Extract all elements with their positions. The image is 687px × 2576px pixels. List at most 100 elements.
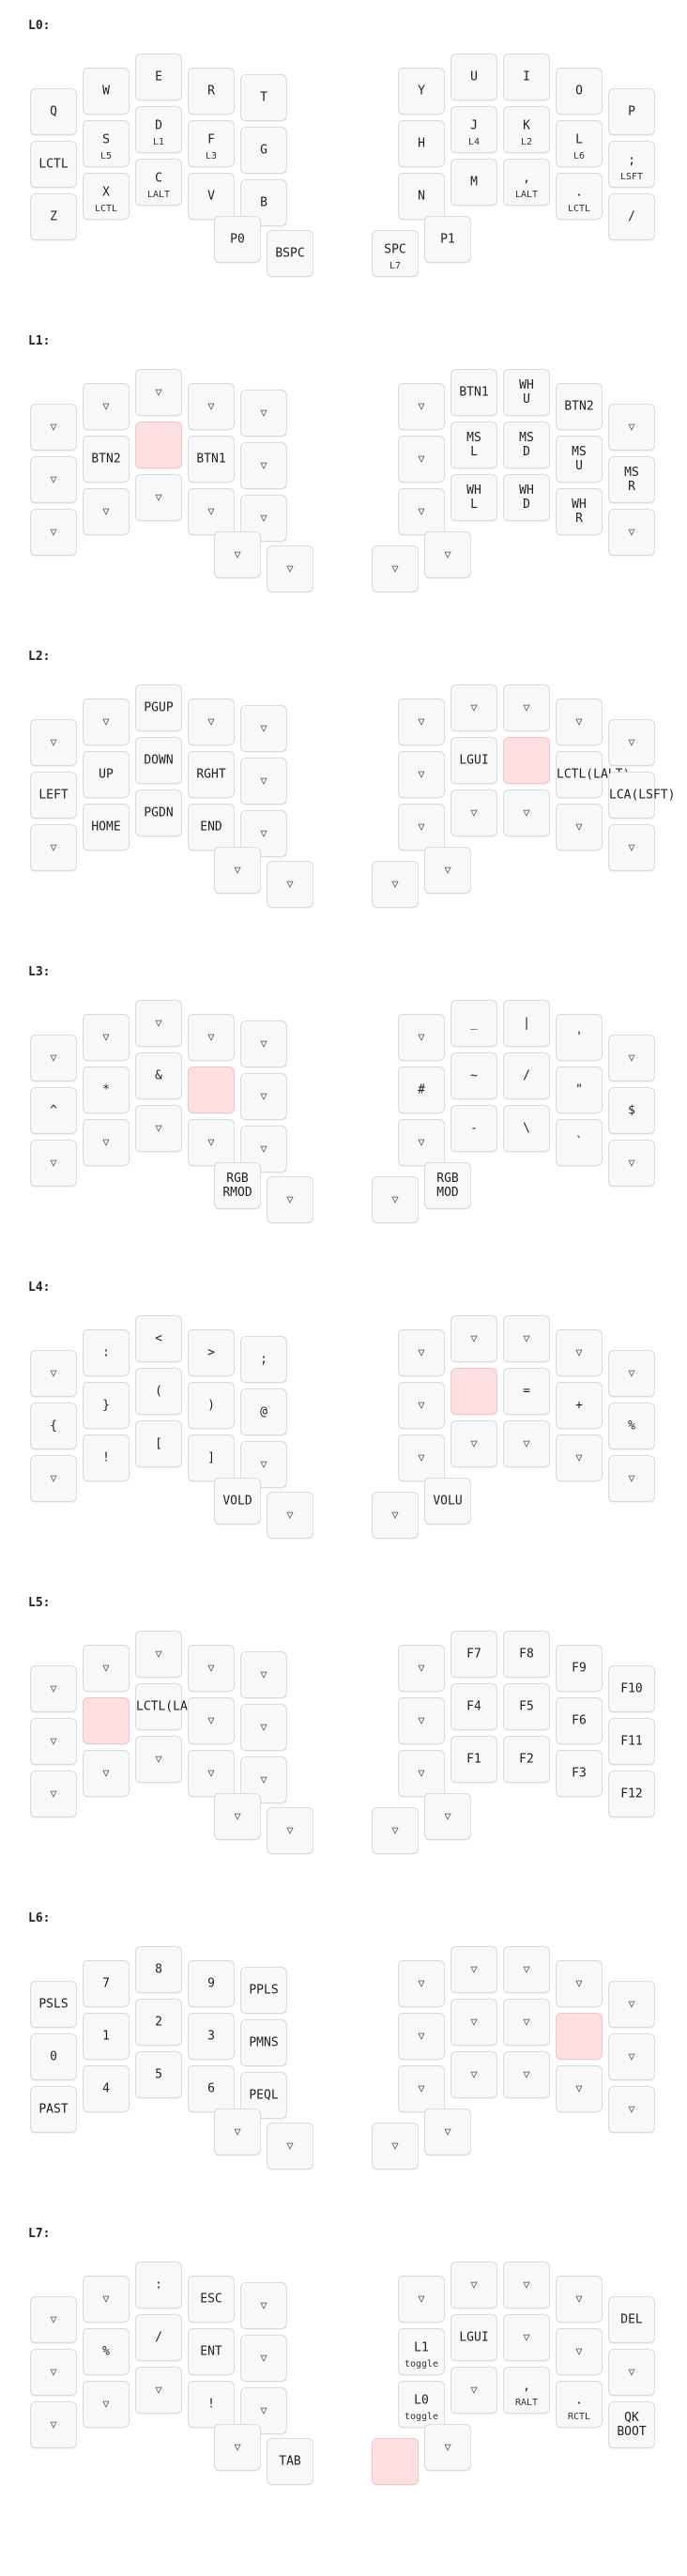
key-hold-label: L6 [572, 151, 586, 161]
transparent-icon: ▽ [260, 721, 267, 735]
transparent-icon: ▽ [523, 1436, 530, 1450]
transparent-icon: ▽ [444, 863, 451, 877]
key-held-layer [450, 1368, 497, 1415]
transparent-icon: ▽ [575, 2292, 583, 2306]
key-hold-label: LSFT [619, 172, 644, 182]
key: : [135, 2262, 182, 2308]
transparent-icon: ▽ [470, 2277, 478, 2292]
transparent-icon: ▽ [418, 1713, 425, 1727]
key-tap-label: Y [418, 84, 425, 99]
key: ' [556, 1014, 603, 1061]
key: QK BOOT [608, 2401, 655, 2448]
key-hold-label: RALT [514, 2398, 539, 2408]
transparent-icon: ▽ [418, 714, 425, 728]
key: % [83, 2328, 130, 2375]
transparent-icon: ▽ [207, 504, 215, 518]
key-tap-label: ( [155, 1384, 162, 1399]
key-tap-label: BSPC [275, 246, 305, 261]
key: ▽ [30, 404, 77, 451]
key-tap-label: Z [50, 209, 57, 224]
key-tap-label: 5 [155, 2067, 162, 2082]
key: ▽ [30, 456, 77, 503]
key: ▽ [450, 2262, 497, 2308]
transparent-icon: ▽ [470, 700, 478, 714]
key: ▽ [30, 2401, 77, 2448]
transparent-icon: ▽ [102, 2397, 110, 2411]
key: ▽ [240, 442, 287, 489]
transparent-icon: ▽ [260, 774, 267, 788]
key: WH R [556, 488, 603, 535]
key: ▽ [30, 1350, 77, 1397]
key-held-layer [503, 737, 550, 784]
key: ▽ [372, 2123, 419, 2170]
key-tap-label: R [207, 84, 215, 99]
transparent-icon: ▽ [391, 1508, 399, 1522]
key: ▽ [188, 1750, 235, 1797]
key: ▽ [398, 751, 445, 798]
transparent-icon: ▽ [418, 1450, 425, 1464]
transparent-icon: ▽ [102, 1030, 110, 1044]
key-tap-label: ) [207, 1398, 215, 1413]
key: BTN1 [450, 369, 497, 416]
key-tap-label: { [50, 1418, 57, 1434]
key: SPC L7 [372, 230, 419, 277]
key: LGUI [450, 2314, 497, 2361]
transparent-icon: ▽ [470, 1331, 478, 1345]
key: ▽ [30, 509, 77, 556]
key: PAST [30, 2086, 77, 2133]
key-tap-label: I [523, 69, 530, 84]
key: ▽ [83, 2276, 130, 2323]
key: | [503, 1000, 550, 1047]
key-held-layer [556, 2013, 603, 2060]
key: / [608, 193, 655, 240]
key: % [608, 1403, 655, 1449]
key-tap-label: BTN2 [564, 399, 594, 414]
key: ▽ [30, 1455, 77, 1502]
key: F3 [556, 1750, 603, 1797]
transparent-icon: ▽ [207, 714, 215, 728]
key-tap-label: F1 [466, 1752, 481, 1767]
key-tap-label: F12 [620, 1786, 643, 1802]
key-hold-label: LALT [514, 190, 539, 200]
key: 2 [135, 1999, 182, 2046]
key: E [135, 54, 182, 100]
key: ▽ [398, 1119, 445, 1166]
transparent-icon: ▽ [575, 2081, 583, 2095]
transparent-icon: ▽ [418, 1661, 425, 1675]
key: > [188, 1329, 235, 1376]
key-hold-label: toggle [404, 2412, 439, 2422]
key: ▽ [398, 1697, 445, 1744]
key: ▽ [214, 2108, 261, 2155]
transparent-icon: ▽ [155, 490, 162, 504]
key: / [135, 2314, 182, 2361]
transparent-icon: ▽ [418, 452, 425, 466]
key-tap-label: % [102, 2344, 110, 2359]
key: WH U [503, 369, 550, 416]
transparent-icon: ▽ [523, 2067, 530, 2081]
key-tap-label: & [155, 1068, 162, 1083]
key: ▽ [30, 1771, 77, 1817]
key: ▽ [503, 684, 550, 731]
key-tap-label: 4 [102, 2081, 110, 2096]
key-tap-label: RGB MOD [436, 1172, 459, 1200]
key-hold-label: L5 [99, 151, 113, 161]
key: ▽ [424, 531, 471, 578]
key: ▽ [450, 1315, 497, 1362]
key: S L5 [83, 120, 130, 167]
key-tap-label: 0 [50, 2049, 57, 2064]
key: ( [135, 1368, 182, 1415]
key: L L6 [556, 120, 603, 167]
transparent-icon: ▽ [207, 1766, 215, 1780]
key: 7 [83, 1960, 130, 2007]
key: ▽ [608, 1035, 655, 1081]
key: ▽ [608, 1455, 655, 1502]
key: ▽ [30, 719, 77, 766]
key-tap-label: < [155, 1331, 162, 1346]
key: ▽ [503, 2314, 550, 2361]
key: ▽ [372, 1492, 419, 1539]
key-tap-label: BTN2 [91, 452, 121, 467]
key: ▽ [372, 1807, 419, 1854]
key-tap-label: P0 [230, 232, 245, 247]
key: ▽ [424, 847, 471, 894]
key: \ [503, 1105, 550, 1152]
